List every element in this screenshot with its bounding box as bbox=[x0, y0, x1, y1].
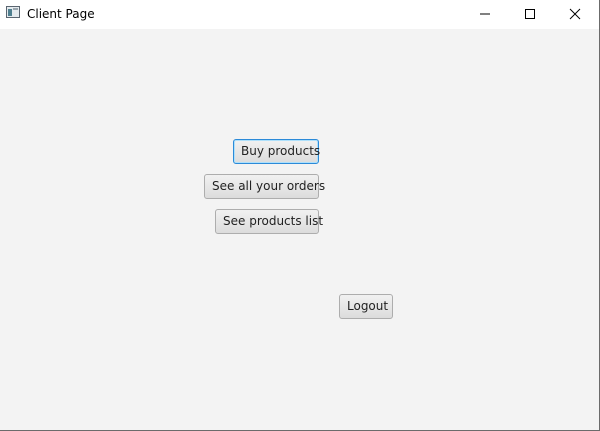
logout-button[interactable]: Logout bbox=[339, 294, 393, 319]
buy-products-button[interactable]: Buy products bbox=[233, 139, 320, 164]
client-page-window: Client Page Buy products See all your or… bbox=[0, 0, 600, 431]
close-icon bbox=[569, 8, 581, 20]
title-bar[interactable]: Client Page bbox=[0, 0, 599, 29]
see-products-list-button[interactable]: See products list bbox=[215, 209, 323, 234]
close-button[interactable] bbox=[552, 0, 598, 29]
maximize-button[interactable] bbox=[507, 0, 553, 29]
minimize-button[interactable] bbox=[462, 0, 508, 29]
see-orders-button[interactable]: See all your orders bbox=[204, 174, 325, 199]
minimize-icon bbox=[480, 13, 490, 15]
maximize-icon bbox=[525, 9, 535, 19]
window-title: Client Page bbox=[27, 7, 95, 21]
client-page-content: Buy products See all your orders See pro… bbox=[0, 29, 599, 430]
window-app-icon bbox=[6, 6, 20, 18]
